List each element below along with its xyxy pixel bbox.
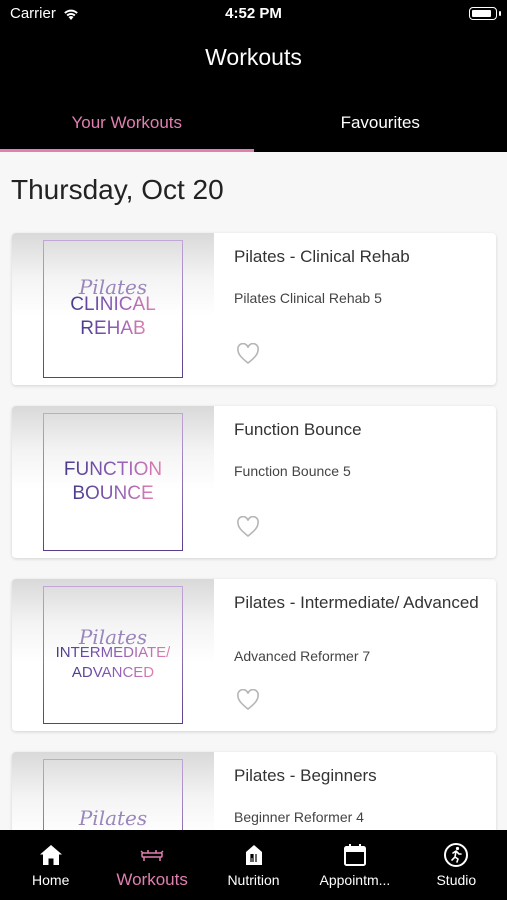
bottom-tab-bar: Home Workouts Nutrition Appointm... Stud… <box>0 830 507 900</box>
status-bar: Carrier 4:52 PM <box>0 0 507 28</box>
workout-card[interactable]: Pilates Pilates - Beginners Beginner Ref… <box>12 752 496 830</box>
favourite-heart-icon[interactable] <box>236 343 260 365</box>
date-heading: Thursday, Oct 20 <box>11 174 224 205</box>
battery-icon <box>469 7 501 20</box>
workout-subtitle: Function Bounce 5 <box>234 463 351 479</box>
thumbnail-text-line: ADVANCED <box>71 664 155 681</box>
page-title: Workouts <box>205 44 302 70</box>
workout-title: Function Bounce <box>234 420 362 439</box>
favourite-heart-icon[interactable] <box>236 516 260 538</box>
calendar-icon <box>343 844 366 866</box>
tabbar-label: Appointm... <box>319 872 391 888</box>
workout-subtitle: Advanced Reformer 7 <box>234 648 371 664</box>
tab-favourites[interactable]: Favourites <box>254 92 507 152</box>
workout-title: Pilates - Intermediate/ Advanced <box>234 593 479 612</box>
thumbnail-text-line: FUNCTION <box>63 459 163 480</box>
thumbnail-text-line: BOUNCE <box>72 483 154 504</box>
thumbnail-text-line: INTERMEDIATE/ <box>55 644 171 661</box>
workout-list[interactable]: Thursday, Oct 20 Pilates CLINICAL REHAB … <box>0 152 507 830</box>
tabbar-label: Studio <box>436 872 477 888</box>
thumbnail-frame: Pilates INTERMEDIATE/ ADVANCED <box>43 586 183 724</box>
tabbar-label: Home <box>32 872 70 888</box>
workout-card[interactable]: Pilates CLINICAL REHAB Pilates - Clinica… <box>12 233 496 385</box>
studio-runner-icon <box>444 843 469 867</box>
thumbnail-frame: FUNCTION BOUNCE <box>43 413 183 551</box>
thumbnail-script-text: Pilates <box>78 806 148 830</box>
nav-header: Workouts <box>0 28 507 92</box>
tabbar-label: Workouts <box>116 870 188 889</box>
workout-title: Pilates - Clinical Rehab <box>234 247 410 266</box>
tabbar-item-workouts[interactable]: Workouts <box>101 830 202 900</box>
workout-card[interactable]: FUNCTION BOUNCE Function Bounce Function… <box>12 406 496 558</box>
thumbnail-frame: Pilates <box>43 759 183 830</box>
tabbar-item-nutrition[interactable]: Nutrition <box>203 830 304 900</box>
workout-thumbnail: FUNCTION BOUNCE <box>12 406 214 558</box>
tabbar-item-studio[interactable]: Studio <box>406 830 507 900</box>
thumbnail-frame: Pilates CLINICAL REHAB <box>43 240 183 378</box>
battery-fill <box>472 10 491 17</box>
nutrition-icon <box>245 845 262 865</box>
tabbar-item-appointments[interactable]: Appointm... <box>304 830 405 900</box>
reformer-bed-icon <box>140 850 164 861</box>
workout-card[interactable]: Pilates INTERMEDIATE/ ADVANCED Pilates -… <box>12 579 496 731</box>
workout-tabs: Your Workouts Favourites <box>0 92 507 152</box>
favourite-heart-icon[interactable] <box>236 689 260 711</box>
workout-subtitle: Beginner Reformer 4 <box>234 809 364 825</box>
tab-your-workouts[interactable]: Your Workouts <box>0 92 254 152</box>
workout-subtitle: Pilates Clinical Rehab 5 <box>234 290 382 306</box>
status-time: 4:52 PM <box>225 5 282 22</box>
thumbnail-text-line: REHAB <box>80 318 146 339</box>
tabbar-item-home[interactable]: Home <box>0 830 101 900</box>
thumbnail-text-line: CLINICAL <box>70 294 156 315</box>
workout-thumbnail: Pilates CLINICAL REHAB <box>12 233 214 385</box>
tabbar-label: Nutrition <box>227 872 280 888</box>
workout-thumbnail: Pilates <box>12 752 214 830</box>
home-icon <box>39 845 62 865</box>
workout-thumbnail: Pilates INTERMEDIATE/ ADVANCED <box>12 579 214 731</box>
workout-title: Pilates - Beginners <box>234 766 377 785</box>
